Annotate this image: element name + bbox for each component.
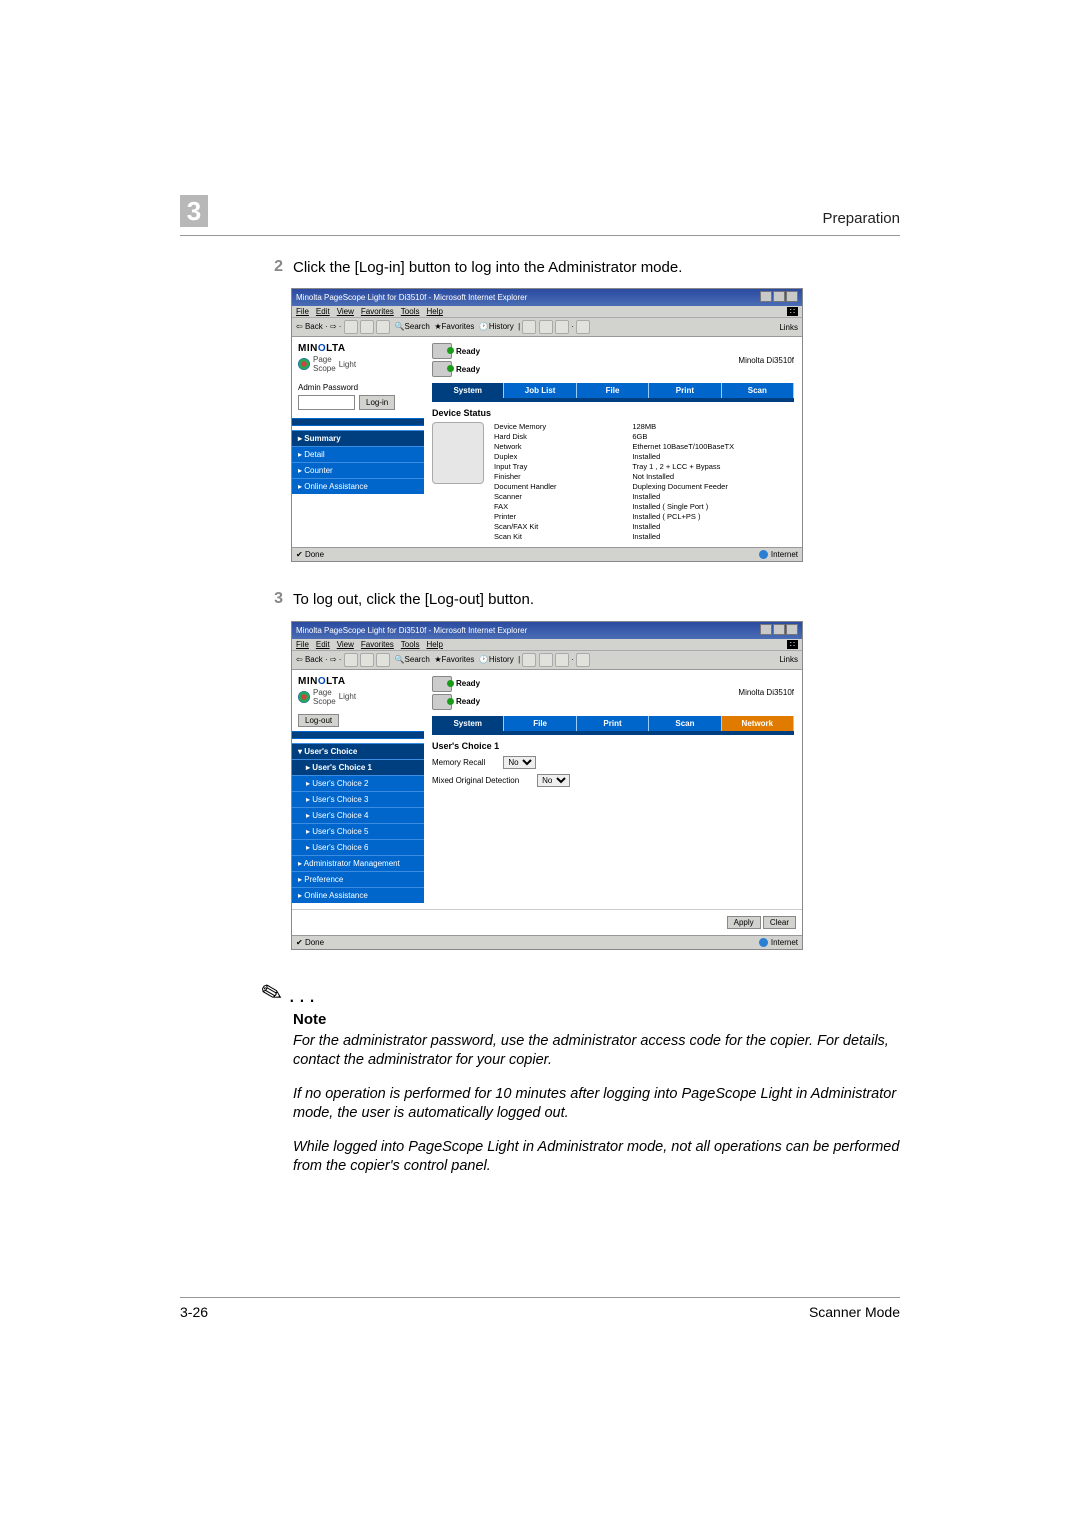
- screenshot-logout: Minolta PageScope Light for Di3510f - Mi…: [291, 621, 803, 950]
- links-label[interactable]: Links: [779, 323, 798, 332]
- model-label: Minolta Di3510f: [738, 356, 794, 365]
- memory-recall-select[interactable]: No: [503, 756, 536, 769]
- toolbar[interactable]: ⇦ Back · ⇨ · 🔍Search ★Favorites 🕑History…: [296, 320, 590, 334]
- minolta-logo: MINOLTA: [298, 676, 418, 687]
- printer-icon: [432, 361, 452, 377]
- tab-system[interactable]: System: [432, 383, 504, 398]
- sidebar-online-assistance[interactable]: ▸ Online Assistance: [292, 887, 424, 903]
- step-text-3: To log out, click the [Log-out] button.: [293, 590, 534, 610]
- sidebar-users-choice[interactable]: ▾ User's Choice: [292, 743, 424, 759]
- page-number: 3-26: [180, 1304, 208, 1320]
- sidebar-item-online-assistance[interactable]: ▸ Online Assistance: [292, 478, 424, 494]
- status-ready: Ready: [456, 365, 480, 374]
- tab-print[interactable]: Print: [577, 716, 649, 731]
- statusbar-internet: Internet: [759, 550, 798, 559]
- statusbar-done: ✔ Done: [296, 550, 324, 559]
- apply-button[interactable]: Apply: [727, 916, 761, 929]
- pagescope-light-logo: PageScopeLight: [298, 688, 418, 706]
- model-label: Minolta Di3510f: [738, 688, 794, 697]
- chapter-title: Preparation: [822, 210, 900, 227]
- note-paragraph-3: While logged into PageScope Light in Adm…: [293, 1138, 900, 1177]
- sidebar-uc3[interactable]: ▸ User's Choice 3: [292, 791, 424, 807]
- sidebar-uc4[interactable]: ▸ User's Choice 4: [292, 807, 424, 823]
- chapter-number: 3: [180, 195, 208, 227]
- sidebar-preference[interactable]: ▸ Preference: [292, 871, 424, 887]
- sidebar-item-counter[interactable]: ▸ Counter: [292, 462, 424, 478]
- window-buttons[interactable]: [759, 624, 798, 637]
- admin-password-label: Admin Password: [298, 383, 418, 392]
- status-ready: Ready: [456, 679, 480, 688]
- globe-icon: [759, 550, 768, 559]
- sidebar-uc1[interactable]: ▸ User's Choice 1: [292, 759, 424, 775]
- sidebar-uc2[interactable]: ▸ User's Choice 2: [292, 775, 424, 791]
- printer-icon: [432, 694, 452, 710]
- window-title: Minolta PageScope Light for Di3510f - Mi…: [296, 626, 527, 635]
- minolta-logo: MINOLTA: [298, 343, 418, 354]
- pagescope-light-logo: PageScopeLight: [298, 355, 418, 373]
- mixed-original-select[interactable]: No: [537, 774, 570, 787]
- sidebar-uc5[interactable]: ▸ User's Choice 5: [292, 823, 424, 839]
- step-number-3: 3: [265, 590, 283, 608]
- clear-button[interactable]: Clear: [763, 916, 796, 929]
- tab-file[interactable]: File: [577, 383, 649, 398]
- status-ready: Ready: [456, 347, 480, 356]
- window-title: Minolta PageScope Light for Di3510f - Mi…: [296, 293, 527, 302]
- gear-icon: [298, 358, 310, 370]
- note-icon: ✎: [257, 975, 286, 1011]
- panel-title: User's Choice 1: [432, 741, 794, 751]
- login-button[interactable]: Log-in: [359, 395, 395, 410]
- tab-print[interactable]: Print: [649, 383, 721, 398]
- footer-label: Scanner Mode: [809, 1304, 900, 1320]
- printer-icon: [432, 343, 452, 359]
- links-label[interactable]: Links: [779, 655, 798, 664]
- globe-icon: [759, 938, 768, 947]
- device-status-table: Device Memory128MB Hard Disk6GB NetworkE…: [494, 422, 794, 541]
- toolbar[interactable]: ⇦ Back · ⇨ · 🔍Search ★Favorites 🕑History…: [296, 653, 590, 667]
- tab-scan[interactable]: Scan: [722, 383, 794, 398]
- menu-bar[interactable]: FileEditViewFavoritesToolsHelp: [296, 640, 450, 649]
- tab-system[interactable]: System: [432, 716, 504, 731]
- statusbar-internet: Internet: [759, 938, 798, 947]
- note-dots: ...: [289, 982, 319, 1007]
- screenshot-login: Minolta PageScope Light for Di3510f - Mi…: [291, 288, 803, 562]
- gear-icon: [298, 691, 310, 703]
- tab-network[interactable]: Network: [722, 716, 794, 731]
- panel-title: Device Status: [432, 408, 794, 418]
- sidebar-uc6[interactable]: ▸ User's Choice 6: [292, 839, 424, 855]
- logout-button[interactable]: Log-out: [298, 714, 339, 727]
- printer-icon: [432, 676, 452, 692]
- statusbar-done: ✔ Done: [296, 938, 324, 947]
- note-paragraph-1: For the administrator password, use the …: [293, 1032, 900, 1071]
- note-heading: Note: [293, 1011, 900, 1028]
- sidebar-item-summary[interactable]: ▸ Summary: [292, 430, 424, 446]
- menu-bar[interactable]: FileEditViewFavoritesToolsHelp: [296, 307, 450, 316]
- step-text-2: Click the [Log-in] button to log into th…: [293, 258, 682, 278]
- mixed-original-label: Mixed Original Detection: [432, 776, 519, 785]
- admin-password-input[interactable]: [298, 395, 355, 410]
- tab-scan[interactable]: Scan: [649, 716, 721, 731]
- status-ready: Ready: [456, 697, 480, 706]
- header-rule: [180, 235, 900, 236]
- note-paragraph-2: If no operation is performed for 10 minu…: [293, 1085, 900, 1124]
- window-buttons[interactable]: [759, 291, 798, 304]
- tab-file[interactable]: File: [504, 716, 576, 731]
- tab-joblist[interactable]: Job List: [504, 383, 576, 398]
- memory-recall-label: Memory Recall: [432, 758, 485, 767]
- device-image: [432, 422, 484, 484]
- sidebar-item-detail[interactable]: ▸ Detail: [292, 446, 424, 462]
- step-number-2: 2: [265, 258, 283, 276]
- sidebar-admin-mgmt[interactable]: ▸ Administrator Management: [292, 855, 424, 871]
